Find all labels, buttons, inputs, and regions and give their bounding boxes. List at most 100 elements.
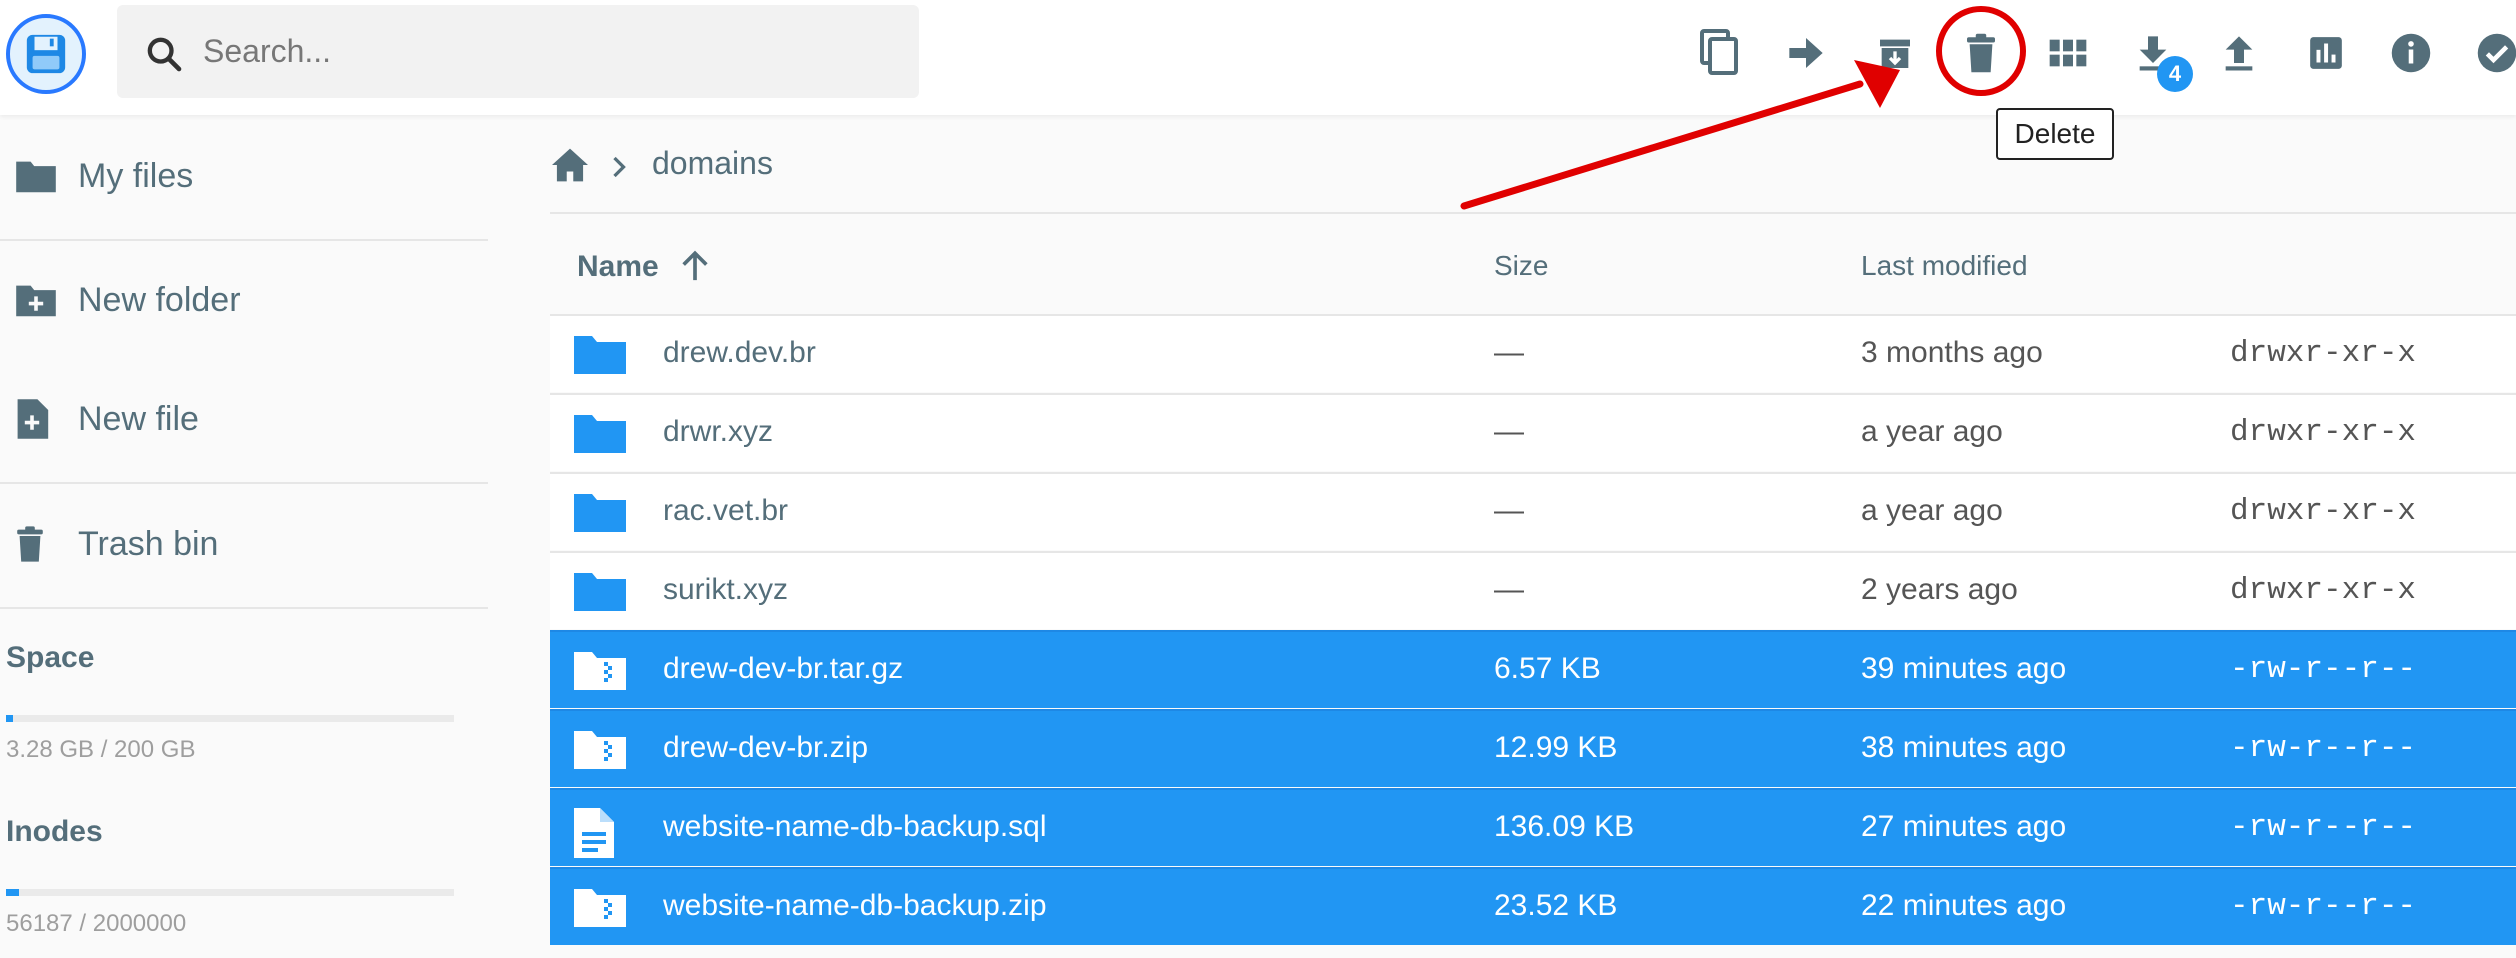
- space-title: Space: [6, 641, 95, 674]
- divider: [0, 482, 488, 484]
- app-logo[interactable]: [6, 14, 86, 94]
- cell-name: website-name-db-backup.sql: [663, 810, 1047, 843]
- sidebar-item-label: My files: [78, 156, 194, 195]
- archive-icon: [1880, 39, 1910, 68]
- home-icon[interactable]: [550, 147, 590, 183]
- upload-button[interactable]: [2209, 23, 2269, 83]
- grid-view-icon: [2049, 39, 2087, 67]
- table-row[interactable]: drew-dev-br.tar.gz 6.57 KB 39 minutes ago -…: [550, 630, 2516, 708]
- sidebar-item-new-file[interactable]: New file: [0, 370, 488, 468]
- document-icon: [574, 808, 614, 858]
- search-icon: [147, 37, 182, 72]
- delete-button[interactable]: [1951, 23, 2011, 83]
- cell-modified: 39 minutes ago: [1861, 652, 2067, 685]
- cell-name: website-name-db-backup.zip: [663, 889, 1047, 922]
- folder-file-icon: [572, 332, 628, 376]
- create-new-folder-icon: [16, 285, 56, 317]
- archive-file-icon: [572, 885, 628, 931]
- column-size[interactable]: Size: [1494, 250, 1548, 282]
- cell-name: drew-dev-br.tar.gz: [663, 652, 904, 685]
- list-header: Name Size Last modified: [550, 214, 2516, 314]
- cell-modified: a year ago: [1861, 415, 2003, 448]
- delete-icon: [1967, 33, 1995, 73]
- cell-modified: 3 months ago: [1861, 336, 2043, 369]
- column-name[interactable]: Name: [577, 250, 659, 284]
- table-row[interactable]: drew-dev-br.zip 12.99 KB 38 minutes ago -rw…: [550, 709, 2516, 787]
- cell-size: 23.52 KB: [1494, 889, 1618, 922]
- folder-icon: [574, 336, 626, 374]
- cell-perm: drwxr-xr-x: [2230, 494, 2417, 529]
- sidebar-item-my-files[interactable]: My files: [0, 127, 488, 225]
- inodes-progress-bar: [6, 889, 454, 896]
- copy-button[interactable]: [1690, 23, 1750, 83]
- grid-view-button[interactable]: [2038, 23, 2098, 83]
- cell-size: 6.57 KB: [1494, 652, 1601, 685]
- main-content: domains Name Size Last modified drew.dev…: [550, 115, 2516, 958]
- check-circle-icon: [2477, 33, 2516, 73]
- folder-file-icon: [572, 569, 628, 613]
- cell-perm: drwxr-xr-x: [2230, 415, 2417, 450]
- inodes-usage-text: 56187 / 2000000: [6, 910, 187, 937]
- sidebar-item-trash-bin[interactable]: Trash bin: [0, 495, 488, 593]
- info-button[interactable]: [2381, 23, 2441, 83]
- move-icon: [1789, 38, 1823, 68]
- cell-name: drwr.xyz: [663, 415, 774, 448]
- cell-size: —: [1494, 415, 1524, 448]
- sidebar-item-new-folder[interactable]: New folder: [0, 251, 488, 349]
- table-row[interactable]: website-name-db-backup.zip 23.52 KB 22 min…: [550, 867, 2516, 945]
- cell-perm: drwxr-xr-x: [2230, 573, 2417, 608]
- cell-modified: 27 minutes ago: [1861, 810, 2067, 843]
- search-box[interactable]: [117, 5, 919, 98]
- cell-perm: drwxr-xr-x: [2230, 336, 2417, 371]
- file-list: Name Size Last modified drew.dev.br — 3 mo…: [550, 212, 2516, 945]
- zip-folder-icon: [574, 731, 626, 769]
- cell-size: —: [1494, 494, 1524, 527]
- table-row[interactable]: website-name-db-backup.sql 136.09 KB 27 mi…: [550, 788, 2516, 866]
- divider: [0, 607, 488, 609]
- table-row[interactable]: surikt.xyz — 2 years ago drwxr-xr-x: [550, 551, 2516, 629]
- note-add-icon: [17, 399, 49, 439]
- table-row[interactable]: drwr.xyz — a year ago drwxr-xr-x: [550, 393, 2516, 471]
- download-count-badge: 4: [2157, 56, 2193, 92]
- breadcrumb-current[interactable]: domains: [652, 145, 773, 182]
- cell-perm: -rw-r--r--: [2230, 652, 2417, 687]
- cell-modified: 2 years ago: [1861, 573, 2018, 606]
- cell-perm: -rw-r--r--: [2230, 810, 2417, 845]
- table-row[interactable]: drew.dev.br — 3 months ago drwxr-xr-x: [550, 314, 2516, 392]
- trash-icon: [17, 526, 43, 562]
- cell-name: rac.vet.br: [663, 494, 789, 527]
- chart-button[interactable]: [2296, 23, 2356, 83]
- delete-tooltip: Delete: [1996, 108, 2114, 160]
- cell-size: —: [1494, 336, 1524, 369]
- move-button[interactable]: [1776, 23, 1836, 83]
- copy-icon: [1700, 29, 1738, 75]
- cell-size: 136.09 KB: [1494, 810, 1635, 843]
- cell-modified: 22 minutes ago: [1861, 889, 2067, 922]
- folder-icon: [574, 494, 626, 532]
- table-row[interactable]: rac.vet.br — a year ago drwxr-xr-x: [550, 472, 2516, 550]
- archive-button[interactable]: [1865, 23, 1925, 83]
- sidebar-item-label: New file: [78, 399, 199, 438]
- folder-file-icon: [572, 490, 628, 534]
- cell-modified: 38 minutes ago: [1861, 731, 2067, 764]
- cell-perm: -rw-r--r--: [2230, 889, 2417, 924]
- space-usage-text: 3.28 GB / 200 GB: [6, 736, 196, 763]
- cell-modified: a year ago: [1861, 494, 2003, 527]
- chart-icon: [2310, 37, 2342, 69]
- info-icon: [2391, 33, 2431, 73]
- cell-perm: -rw-r--r--: [2230, 731, 2417, 766]
- archive-file-icon: [572, 648, 628, 694]
- cell-name: drew.dev.br: [663, 336, 816, 369]
- select-button[interactable]: [2467, 23, 2516, 83]
- cell-name: surikt.xyz: [663, 573, 789, 606]
- sidebar-item-label: Trash bin: [78, 524, 219, 563]
- sort-arrow-up-icon[interactable]: [678, 248, 712, 284]
- inodes-title: Inodes: [6, 815, 103, 848]
- sidebar-item-label: New folder: [78, 280, 241, 319]
- upload-icon: [2225, 36, 2253, 71]
- folder-icon: [574, 415, 626, 453]
- space-progress-bar: [6, 715, 454, 722]
- search-input[interactable]: [203, 25, 883, 77]
- column-last-modified[interactable]: Last modified: [1861, 250, 2028, 282]
- sidebar: My files New folder New file Trash bin S…: [0, 115, 488, 958]
